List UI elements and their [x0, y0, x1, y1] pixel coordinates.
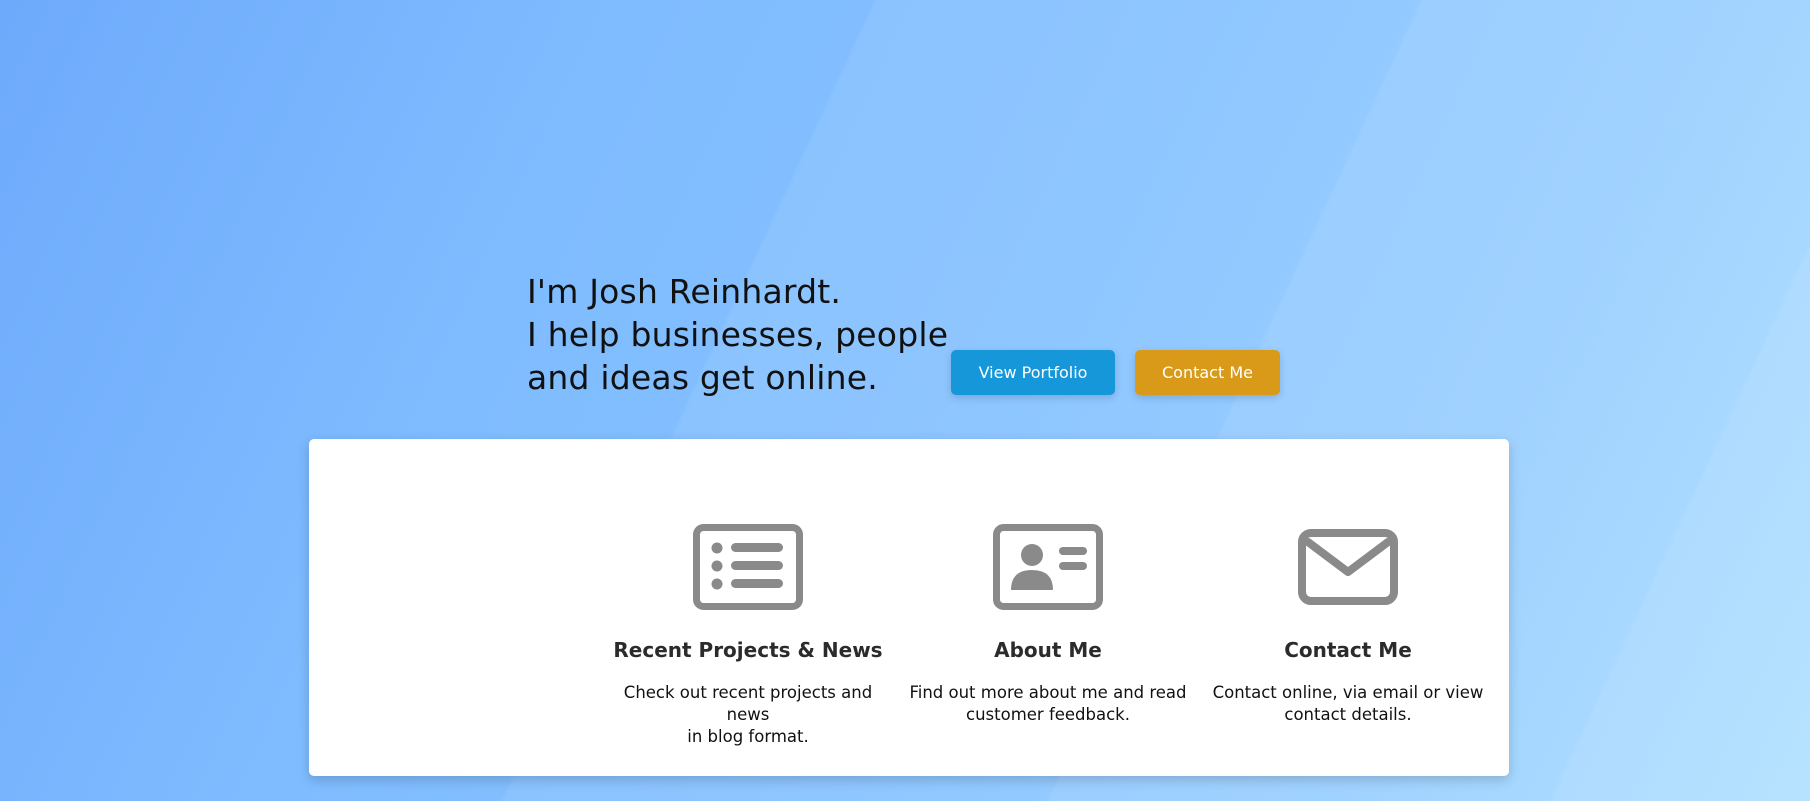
- id-card-icon: [993, 524, 1103, 610]
- hero-line-3: and ideas get online.: [527, 358, 878, 397]
- envelope-icon: [1298, 529, 1398, 605]
- feature-title: Contact Me: [1284, 638, 1412, 662]
- feature-description: Contact online, via email or view contac…: [1212, 683, 1484, 724]
- contact-me-button[interactable]: Contact Me: [1135, 350, 1280, 395]
- hero-heading: I'm Josh Reinhardt. I help businesses, p…: [527, 270, 948, 399]
- view-portfolio-button[interactable]: View Portfolio: [951, 350, 1115, 395]
- hero-line-1: I'm Josh Reinhardt.: [527, 272, 842, 311]
- news-list-icon: [693, 524, 803, 610]
- hero-line-2: I help businesses, people: [527, 315, 949, 354]
- feature-description: Check out recent projects and news in bl…: [623, 683, 873, 746]
- feature-description: Find out more about me and read customer…: [909, 683, 1187, 724]
- feature-title: About Me: [994, 638, 1102, 662]
- features-card: Recent Projects & News Check out recent …: [309, 439, 1509, 776]
- feature-title: Recent Projects & News: [613, 638, 883, 662]
